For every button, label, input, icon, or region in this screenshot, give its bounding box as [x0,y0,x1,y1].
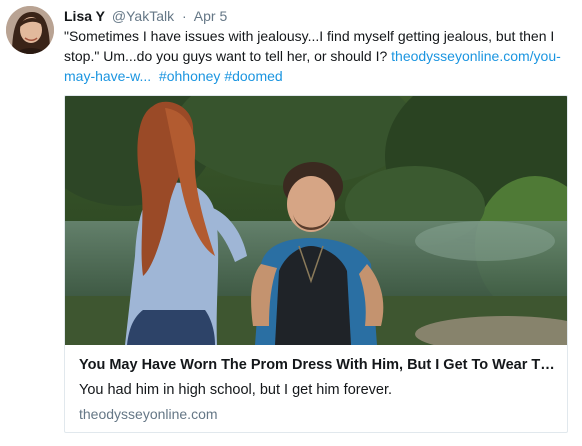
card-description: You had him in high school, but I get hi… [79,382,393,398]
tweet: Lisa Y @YakTalk · Apr 5 "Sometimes I hav… [0,0,582,446]
proposal-photo [65,96,567,345]
tweet-text: "Sometimes I have issues with jealousy..… [64,26,572,86]
avatar-image [6,6,54,54]
display-name[interactable]: Lisa Y [64,8,105,24]
card-title[interactable]: You May Have Worn The Prom Dress With Hi… [79,357,555,373]
hashtag-ohhoney[interactable]: #ohhoney [159,68,221,84]
tweet-header: Lisa Y @YakTalk · Apr 5 [64,7,227,25]
card-image[interactable] [65,96,567,345]
user-handle[interactable]: @YakTalk [112,8,174,24]
link-preview-card[interactable]: You May Have Worn The Prom Dress With Hi… [64,95,568,433]
separator-dot: · [181,8,187,24]
tweet-timestamp[interactable]: Apr 5 [194,8,227,24]
hashtag-doomed[interactable]: #doomed [224,68,282,84]
avatar[interactable] [6,6,54,54]
card-domain[interactable]: theodysseyonline.com [79,406,218,422]
